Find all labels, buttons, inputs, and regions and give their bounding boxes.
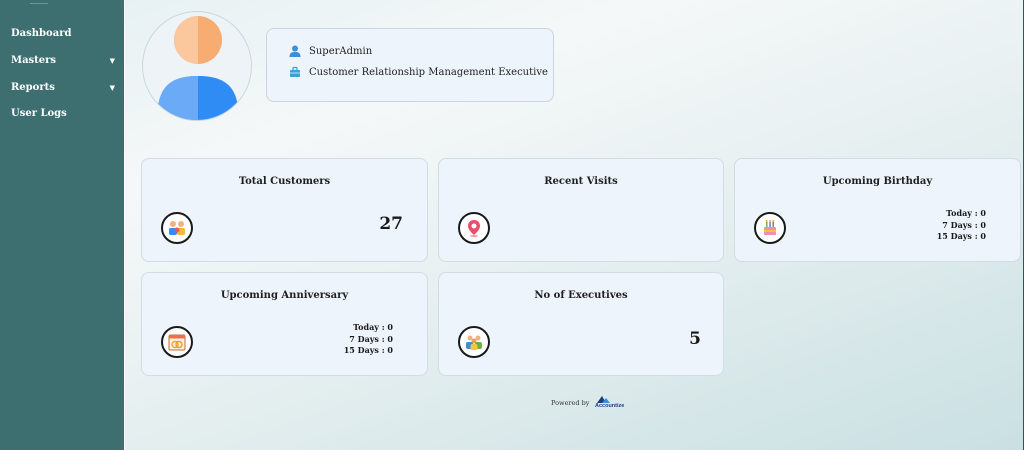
sidebar-item-dashboard[interactable]: Dashboard bbox=[11, 26, 115, 42]
sidebar-item-label: Dashboard bbox=[11, 28, 72, 39]
birthday-today: Today : 0 bbox=[946, 208, 986, 218]
user-icon bbox=[289, 45, 301, 57]
profile-username: SuperAdmin bbox=[309, 45, 373, 57]
sidebar-item-label: User Logs bbox=[11, 108, 67, 119]
sidebar-item-user-logs[interactable]: User Logs bbox=[11, 106, 115, 122]
sidebar-item-label: Reports bbox=[11, 82, 55, 93]
profile-name-row: SuperAdmin bbox=[289, 45, 372, 57]
main-content: SuperAdmin Customer Relationship Managem… bbox=[124, 0, 1023, 450]
profile-card: SuperAdmin Customer Relationship Managem… bbox=[266, 28, 554, 102]
powered-by-label: Powered by bbox=[551, 399, 590, 407]
location-pin-icon bbox=[458, 212, 490, 244]
sidebar-item-reports[interactable]: Reports ▼ bbox=[11, 80, 115, 96]
sidebar-item-masters[interactable]: Masters ▼ bbox=[11, 53, 115, 69]
card-title: Recent Visits bbox=[544, 176, 618, 187]
anniversary-15-days: 15 Days : 0 bbox=[343, 345, 393, 355]
card-title: Total Customers bbox=[238, 176, 331, 187]
card-title: No of Executives bbox=[534, 290, 628, 301]
sidebar-item-label: Masters bbox=[11, 55, 57, 66]
briefcase-icon bbox=[290, 66, 300, 77]
customers-icon bbox=[161, 212, 193, 244]
chevron-down-icon: ▼ bbox=[109, 83, 115, 92]
card-upcoming-birthday[interactable]: Upcoming Birthday Today : 0 7 Days : 0 1… bbox=[734, 158, 1021, 262]
card-title: Upcoming Anniversary bbox=[220, 290, 349, 301]
cake-icon bbox=[754, 212, 786, 244]
anniversary-stats: Today : 0 7 Days : 0 15 Days : 0 bbox=[344, 322, 393, 357]
chevron-down-icon: ▼ bbox=[109, 56, 115, 65]
card-upcoming-anniversary[interactable]: Upcoming Anniversary Today : 0 7 Days : … bbox=[141, 272, 428, 376]
card-recent-visits[interactable]: Recent Visits bbox=[438, 158, 724, 262]
brand-name: Accountize bbox=[595, 403, 625, 409]
card-total-customers[interactable]: Total Customers 27 bbox=[141, 158, 428, 262]
anniversary-today: Today : 0 bbox=[353, 322, 393, 332]
birthday-stats: Today : 0 7 Days : 0 15 Days : 0 bbox=[937, 208, 986, 243]
rings-calendar-icon bbox=[161, 326, 193, 358]
birthday-7-days: 7 Days : 0 bbox=[942, 219, 986, 230]
profile-role: Customer Relationship Management Executi… bbox=[309, 66, 548, 78]
birthday-15-days: 15 Days : 0 bbox=[936, 231, 986, 241]
total-customers-value: 27 bbox=[379, 214, 403, 234]
avatar bbox=[142, 11, 252, 121]
profile-role-row: Customer Relationship Management Executi… bbox=[289, 66, 548, 78]
card-no-of-executives[interactable]: No of Executives 5 bbox=[438, 272, 724, 376]
executives-value: 5 bbox=[689, 329, 701, 349]
user-avatar-icon bbox=[157, 16, 239, 120]
logo-fragment bbox=[30, 0, 48, 4]
sidebar: Dashboard Masters ▼ Reports ▼ User Logs bbox=[0, 0, 124, 450]
card-title: Upcoming Birthday bbox=[822, 176, 933, 187]
anniversary-7-days: 7 Days : 0 bbox=[349, 333, 393, 344]
team-icon bbox=[458, 326, 490, 358]
